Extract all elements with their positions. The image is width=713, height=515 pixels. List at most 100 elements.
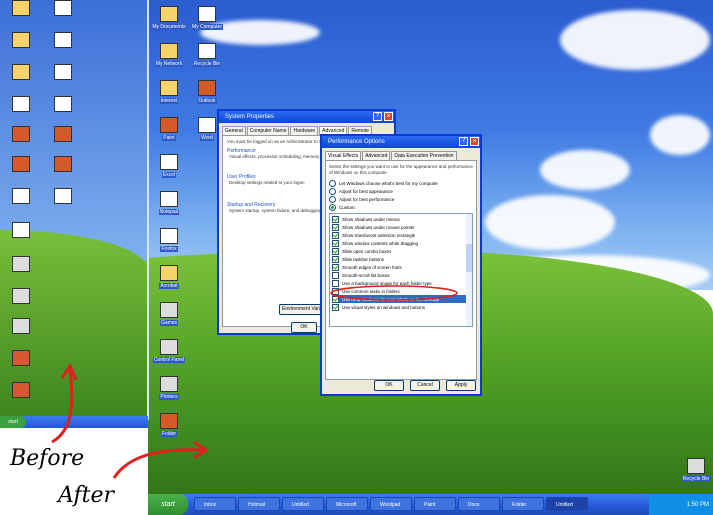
effect-checkbox-row[interactable]: Show window contents while dragging bbox=[332, 239, 470, 247]
desktop-icon[interactable] bbox=[42, 32, 84, 66]
checkbox[interactable] bbox=[332, 215, 339, 223]
desktop-icon[interactable]: Excel bbox=[148, 154, 190, 188]
desktop-icon[interactable] bbox=[42, 188, 84, 222]
effect-checkbox-row[interactable]: Show shadows under menus bbox=[332, 215, 470, 223]
taskbar-button[interactable]: Microsoft bbox=[326, 497, 368, 511]
start-button[interactable]: start bbox=[148, 494, 188, 515]
tab-computer-name[interactable]: Computer Name bbox=[246, 126, 290, 135]
after-caption: After bbox=[58, 483, 115, 508]
apply-button[interactable]: Apply bbox=[446, 380, 476, 391]
cloud bbox=[650, 115, 710, 155]
desktop-icon[interactable] bbox=[42, 156, 84, 190]
desktop-icon[interactable] bbox=[0, 318, 42, 352]
desktop-icon[interactable] bbox=[0, 64, 42, 98]
scrollbar[interactable] bbox=[466, 214, 472, 326]
effect-checkbox-row[interactable]: Show translucent selection rectangle bbox=[332, 231, 470, 239]
desktop-icon[interactable]: Firefox bbox=[148, 228, 190, 262]
radio-button[interactable] bbox=[329, 203, 336, 211]
cancel-button[interactable]: Cancel bbox=[410, 380, 440, 391]
cloud bbox=[540, 150, 630, 190]
desktop-icon[interactable]: Games bbox=[148, 302, 190, 336]
effect-checkbox-row[interactable]: Slide taskbar buttons bbox=[332, 255, 470, 263]
desktop-icon[interactable] bbox=[0, 0, 42, 34]
desktop-icon[interactable] bbox=[0, 126, 42, 160]
desktop-icon[interactable]: Control Panel bbox=[148, 339, 190, 373]
checkbox[interactable] bbox=[332, 263, 339, 271]
checkbox[interactable] bbox=[332, 239, 339, 247]
effect-checkbox-row[interactable]: Smooth edges of screen fonts bbox=[332, 263, 470, 271]
desktop-icon[interactable]: Internet bbox=[148, 80, 190, 114]
close-button[interactable]: × bbox=[470, 137, 479, 146]
desktop-icon[interactable] bbox=[42, 0, 84, 34]
app-icon bbox=[160, 265, 178, 281]
taskbar-button[interactable]: Untitled bbox=[282, 497, 324, 511]
desktop-icon[interactable] bbox=[0, 288, 42, 322]
desktop-icon[interactable] bbox=[0, 156, 42, 190]
tab-general[interactable]: General bbox=[222, 126, 246, 135]
checkbox[interactable] bbox=[332, 247, 339, 255]
radio-option[interactable]: Let Windows choose what's best for my co… bbox=[329, 179, 473, 187]
checkbox[interactable] bbox=[332, 255, 339, 263]
taskbar-button[interactable]: Inbox bbox=[194, 497, 236, 511]
taskbar-button[interactable]: Wordpad bbox=[370, 497, 412, 511]
desktop-icon[interactable] bbox=[42, 126, 84, 160]
effects-list[interactable]: Show shadows under menus Show shadows und… bbox=[329, 213, 473, 327]
performance-options-titlebar[interactable]: Performance Options ? × bbox=[322, 136, 480, 148]
clock[interactable]: 1:50 PM bbox=[687, 502, 709, 508]
tab-advanced[interactable]: Advanced bbox=[362, 151, 391, 160]
desktop-icon[interactable] bbox=[0, 350, 42, 384]
desktop-icon[interactable]: Acrobat bbox=[148, 265, 190, 299]
system-ok-button[interactable]: OK bbox=[291, 322, 317, 333]
checkbox[interactable] bbox=[332, 303, 339, 311]
effect-checkbox-row[interactable]: Use visual styles on windows and buttons bbox=[332, 303, 470, 311]
desktop-icon[interactable] bbox=[0, 96, 42, 130]
desktop-icon[interactable]: Notepad bbox=[148, 191, 190, 225]
desktop-icon[interactable] bbox=[0, 256, 42, 290]
app-icon bbox=[12, 188, 30, 204]
tab-data-execution-prevention[interactable]: Data Execution Prevention bbox=[391, 151, 457, 160]
recycle-bin[interactable]: Recycle Bin bbox=[675, 458, 713, 492]
desktop-icon[interactable] bbox=[0, 188, 42, 222]
tab-visual-effects[interactable]: Visual Effects bbox=[325, 151, 362, 160]
ok-button[interactable]: OK bbox=[374, 380, 404, 391]
before-start-button[interactable]: start bbox=[0, 416, 26, 428]
desktop-icon[interactable]: Folder bbox=[148, 413, 190, 447]
desktop-icon[interactable]: Printers bbox=[148, 376, 190, 410]
desktop-icon[interactable]: My Documents bbox=[148, 6, 190, 40]
help-button[interactable]: ? bbox=[459, 137, 468, 146]
effect-checkbox-row[interactable]: Slide open combo boxes bbox=[332, 247, 470, 255]
desktop-icon[interactable] bbox=[0, 32, 42, 66]
desktop-icon[interactable] bbox=[42, 96, 84, 130]
checkbox[interactable] bbox=[332, 231, 339, 239]
radio-button[interactable] bbox=[329, 179, 336, 187]
radio-option[interactable]: Adjust for best performance bbox=[329, 195, 473, 203]
desktop-icon[interactable] bbox=[0, 382, 42, 416]
desktop-icon[interactable] bbox=[0, 222, 42, 256]
tab-hardware[interactable]: Hardware bbox=[290, 126, 319, 135]
radio-button[interactable] bbox=[329, 195, 336, 203]
desktop-icon-label: Word bbox=[200, 135, 214, 141]
close-button[interactable]: × bbox=[384, 112, 393, 121]
taskbar-button[interactable]: Paint bbox=[414, 497, 456, 511]
scrollbar-thumb[interactable] bbox=[466, 244, 472, 272]
taskbar-button[interactable]: Untitled bbox=[546, 497, 588, 511]
recycle-bin-label: Recycle Bin bbox=[681, 476, 711, 482]
checkbox[interactable] bbox=[332, 271, 339, 279]
performance-options-window[interactable]: Performance Options ? × Visual Effects Ad… bbox=[320, 134, 482, 396]
system-properties-titlebar[interactable]: System Properties ? × bbox=[219, 111, 394, 123]
desktop-icon[interactable]: Recycle Bin bbox=[186, 43, 228, 77]
radio-option[interactable]: Custom: bbox=[329, 203, 473, 211]
desktop-icon[interactable]: My Computer bbox=[186, 6, 228, 40]
checkbox[interactable] bbox=[332, 223, 339, 231]
desktop-icon[interactable]: My Network bbox=[148, 43, 190, 77]
taskbar-button[interactable]: Docs bbox=[458, 497, 500, 511]
desktop-icon[interactable] bbox=[42, 64, 84, 98]
taskbar-button[interactable]: Hotmail bbox=[238, 497, 280, 511]
radio-option[interactable]: Adjust for best appearance bbox=[329, 187, 473, 195]
effect-checkbox-row[interactable]: Smooth-scroll list boxes bbox=[332, 271, 470, 279]
desktop-icon[interactable]: Paint bbox=[148, 117, 190, 151]
radio-button[interactable] bbox=[329, 187, 336, 195]
help-button[interactable]: ? bbox=[373, 112, 382, 121]
taskbar-button[interactable]: Folder bbox=[502, 497, 544, 511]
effect-checkbox-row[interactable]: Show shadows under mouse pointer bbox=[332, 223, 470, 231]
